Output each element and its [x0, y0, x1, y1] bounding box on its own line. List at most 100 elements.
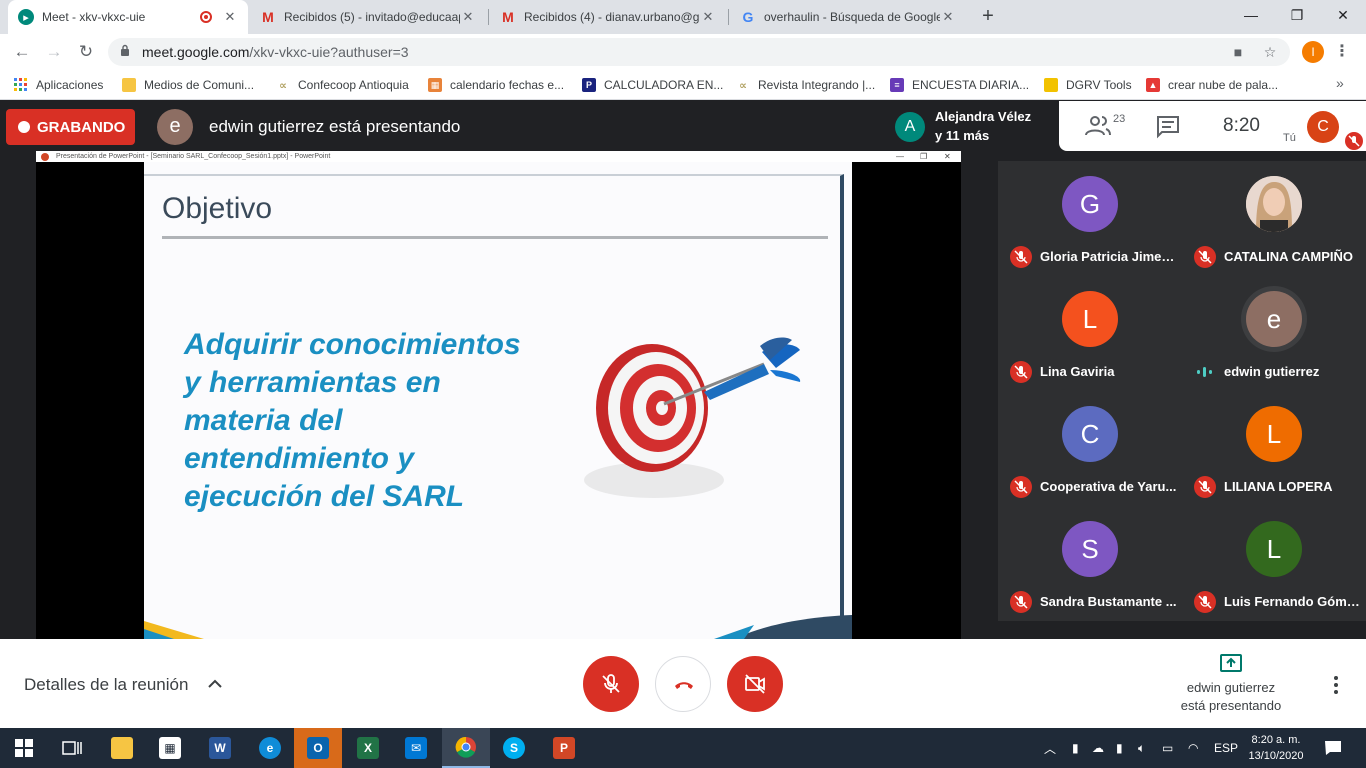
task-view-button[interactable] [48, 728, 96, 768]
leave-call-button[interactable] [655, 656, 711, 712]
p-icon: P [582, 78, 596, 92]
lock-icon [121, 44, 129, 56]
chat-icon[interactable] [1155, 115, 1181, 139]
tab-meet[interactable]: ▸ Meet - xkv-vkxc-uie ✕ [8, 0, 248, 34]
slide: Objetivo Adquirir conocimientos y herram… [144, 162, 852, 639]
bookmark-encuesta[interactable]: ≡ ENCUESTA DIARIA... [890, 76, 1029, 94]
bookmarks-overflow-icon[interactable]: » [1336, 75, 1344, 91]
participant-tile[interactable]: L Luis Fernando Góme... [1182, 506, 1366, 621]
slide-heading: Objetivo [162, 192, 273, 225]
skype-button[interactable]: S [490, 728, 538, 768]
participant-tile[interactable]: CATALINA CAMPIÑO [1182, 161, 1366, 276]
mic-off-icon [602, 674, 620, 693]
battery-icon[interactable]: ▭ [1162, 728, 1173, 768]
excel-button[interactable]: X [344, 728, 392, 768]
file-explorer-icon [111, 737, 133, 759]
more-options-icon[interactable] [1326, 673, 1346, 697]
language-indicator[interactable]: ESP [1214, 728, 1238, 768]
tab-title: Recibidos (4) - dianav.urbano@gm [524, 10, 700, 24]
calendar-icon: ▦ [428, 78, 442, 92]
bookmark-nube[interactable]: ▲ crear nube de pala... [1146, 76, 1278, 94]
participant-name: Sandra Bustamante ... [1040, 594, 1177, 609]
recording-dot-icon [200, 11, 212, 23]
speaking-indicator-icon [1197, 367, 1212, 377]
profile-avatar[interactable]: I [1302, 41, 1324, 63]
participant-tile[interactable]: L Lina Gaviria [998, 276, 1182, 391]
meet-icon: ▸ [18, 9, 34, 25]
microphone-toggle-button[interactable] [583, 656, 639, 712]
browser-menu-icon[interactable]: ⋮ [1334, 40, 1350, 64]
new-tab-button[interactable]: + [976, 5, 1000, 29]
microphone-tray-icon[interactable]: ▮ [1116, 728, 1123, 768]
tab-gmail-2[interactable]: M Recibidos (4) - dianav.urbano@gm ✕ [490, 0, 726, 34]
back-button[interactable]: ← [10, 40, 34, 64]
participant-tile[interactable]: L LILIANA LOPERA [1182, 391, 1366, 506]
restore-button[interactable]: ❐ [1274, 0, 1320, 30]
onedrive-icon[interactable]: ☁ [1092, 728, 1104, 768]
close-window-button[interactable]: ✕ [1320, 0, 1366, 30]
participant-avatar: S [1062, 521, 1118, 577]
wifi-icon[interactable]: ◠ [1188, 728, 1198, 768]
mic-off-icon [1345, 132, 1363, 150]
participant-tile[interactable]: C Cooperativa de Yaru... [998, 391, 1182, 506]
mail-button[interactable]: ✉ [392, 728, 440, 768]
close-tab-icon[interactable]: ✕ [222, 9, 238, 25]
participant-tile[interactable]: e edwin gutierrez [1182, 276, 1366, 391]
store-button[interactable]: ▦ [146, 728, 194, 768]
presenting-status[interactable]: edwin gutierrez está presentando [1150, 679, 1312, 715]
participant-tile[interactable]: G Gloria Patricia Jimen... [998, 161, 1182, 276]
volume-icon[interactable]: 🔈︎ [1138, 728, 1145, 768]
bookmark-medios[interactable]: Medios de Comuni... [122, 76, 254, 94]
bookmark-label: DGRV Tools [1066, 78, 1132, 92]
address-bar[interactable]: meet.google.com/xkv-vkxc-uie?authuser=3 … [108, 38, 1290, 66]
minimize-icon: — [896, 152, 904, 161]
close-tab-icon[interactable]: ✕ [700, 9, 716, 25]
participant-tile[interactable]: S Sandra Bustamante ... [998, 506, 1182, 621]
edge-button[interactable]: e [246, 728, 294, 768]
powerpoint-window-title: Presentación de PowerPoint - [Seminario … [56, 153, 331, 160]
bookmark-dgrv[interactable]: DGRV Tools [1044, 76, 1132, 94]
present-screen-icon[interactable] [1220, 654, 1242, 672]
join-notification[interactable]: A Alejandra Vélez y 11 más [887, 101, 1059, 151]
close-tab-icon[interactable]: ✕ [460, 9, 476, 25]
mic-off-icon [1010, 476, 1032, 498]
file-explorer-button[interactable] [98, 728, 146, 768]
participant-avatar: C [1062, 406, 1118, 462]
powerpoint-button[interactable]: P [540, 728, 588, 768]
tray-overflow-icon[interactable]: ︿ [1044, 728, 1056, 768]
notifications-icon[interactable] [1324, 728, 1342, 768]
mic-off-icon [1194, 246, 1216, 268]
close-tab-icon[interactable]: ✕ [940, 9, 956, 25]
taskbar-clock[interactable]: 8:20 a. m. 13/10/2020 [1246, 732, 1306, 764]
chrome-button[interactable] [442, 728, 490, 768]
start-button[interactable] [0, 728, 48, 768]
camera-off-icon [745, 674, 765, 694]
reload-button[interactable]: ↻ [74, 40, 98, 64]
tray-app-icon[interactable]: ▮ [1072, 728, 1079, 768]
skype-icon: S [503, 737, 525, 759]
chevron-up-icon[interactable] [206, 675, 224, 693]
tab-gmail-1[interactable]: M Recibidos (5) - invitado@educaap ✕ [250, 0, 486, 34]
mic-off-icon [1010, 591, 1032, 613]
tab-google-search[interactable]: G overhaulin - Búsqueda de Google ✕ [730, 0, 966, 34]
bookmark-revista[interactable]: ∝ Revista Integrando |... [736, 76, 875, 94]
participant-avatar: G [1062, 176, 1118, 232]
google-icon: G [742, 9, 754, 25]
star-icon[interactable]: ☆ [1260, 42, 1280, 62]
bookmark-calendario[interactable]: ▦ calendario fechas e... [428, 76, 564, 94]
bookmark-confecoop[interactable]: ∝ Confecoop Antioquia [276, 76, 409, 94]
word-button[interactable]: W [196, 728, 244, 768]
forward-button[interactable]: → [42, 40, 66, 64]
meeting-details-button[interactable]: Detalles de la reunión [24, 675, 188, 695]
participant-name: Gloria Patricia Jimen... [1040, 249, 1178, 264]
bookmark-label: Confecoop Antioquia [298, 78, 409, 92]
outlook-button[interactable]: O [294, 728, 342, 768]
minimize-button[interactable]: — [1228, 0, 1274, 30]
camera-toggle-button[interactable] [727, 656, 783, 712]
bookmark-calculadora[interactable]: P CALCULADORA EN... [582, 76, 723, 94]
nube-icon: ▲ [1146, 78, 1160, 92]
bookmark-label: ENCUESTA DIARIA... [912, 78, 1030, 92]
bookmark-apps[interactable]: Aplicaciones [14, 76, 103, 94]
camera-icon[interactable]: ■ [1228, 42, 1248, 62]
people-icon[interactable] [1084, 115, 1112, 137]
